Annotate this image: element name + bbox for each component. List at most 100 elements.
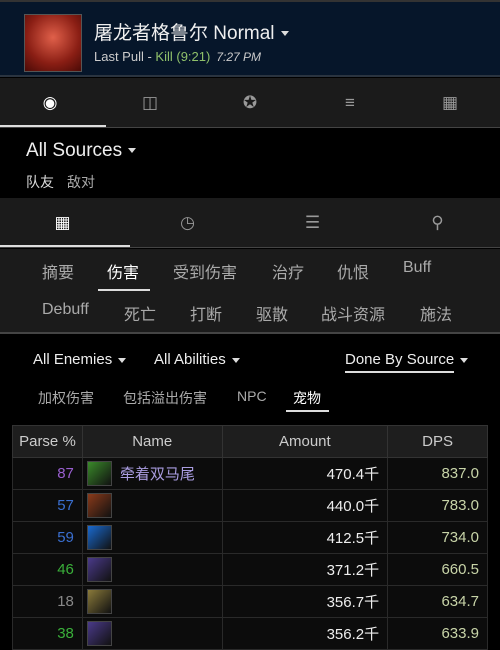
column-dps[interactable]: DPS — [387, 425, 488, 458]
class-spec-icon — [86, 621, 112, 646]
abilities-dropdown[interactable]: All Abilities — [154, 351, 240, 368]
tab-damage[interactable]: 伤害 — [107, 259, 139, 283]
class-spec-icon — [86, 525, 112, 550]
option-include-overkill[interactable]: 包括溢出伤害 — [123, 388, 207, 408]
amount-cell: 440.0千 — [221, 489, 389, 522]
sort-icon[interactable]: ≡ — [300, 78, 400, 127]
parse-cell: 57 — [12, 489, 83, 522]
last-pull-label: Last Pull - — [94, 49, 156, 64]
dps-cell: 837.0 — [387, 457, 488, 490]
option-npc[interactable]: NPC — [237, 388, 267, 404]
column-parse[interactable]: Parse % — [12, 425, 83, 458]
boss-name: 屠龙者格鲁尔 — [94, 23, 209, 44]
mode-dropdown[interactable]: Done By Source — [345, 351, 469, 373]
parse-cell: 18 — [12, 585, 83, 618]
location-pin-icon[interactable]: ⚲ — [375, 198, 500, 247]
eye-icon[interactable]: ◉ — [0, 78, 100, 127]
tab-dispels[interactable]: 驱散 — [256, 301, 288, 325]
name-cell[interactable] — [81, 489, 223, 522]
tab-damage-taken[interactable]: 受到伤害 — [173, 259, 237, 283]
damage-table: Parse % Name Amount DPS 87 牵着双马尾 470.4千 … — [12, 425, 488, 650]
column-name[interactable]: Name — [81, 425, 223, 458]
class-spec-icon — [86, 589, 112, 614]
parse-cell: 46 — [12, 553, 83, 586]
table-row[interactable]: 46 371.2千 660.5 — [12, 553, 488, 586]
table-row[interactable]: 18 356.7千 634.7 — [12, 585, 488, 618]
parse-value: 87 — [57, 465, 74, 482]
tab-resources[interactable]: 战斗资源 — [321, 301, 385, 325]
sources-dropdown[interactable]: All Sources — [26, 140, 137, 162]
sources-label: All Sources — [26, 140, 123, 161]
column-amount[interactable]: Amount — [221, 425, 389, 458]
tab-deaths[interactable]: 死亡 — [124, 301, 156, 325]
amount-cell: 371.2千 — [221, 553, 389, 586]
top-tab-bar: ◉ ◫ ✪ ≡ ▦ — [0, 78, 500, 128]
view-tab-bar: ▦ ◷ ☰ ⚲ — [0, 198, 500, 248]
name-cell[interactable] — [81, 521, 223, 554]
tab-healing[interactable]: 治疗 — [272, 259, 304, 283]
encounter-selector[interactable]: 屠龙者格鲁尔 Normal — [94, 18, 289, 45]
enemies-dropdown[interactable]: All Enemies — [33, 351, 127, 368]
table-row[interactable]: 57 440.0千 783.0 — [12, 489, 488, 522]
amount-cell: 470.4千 — [221, 457, 389, 490]
tab-debuffs[interactable]: Debuff — [42, 301, 89, 319]
report-type-tabs: 摘要 伤害 受到伤害 治疗 仇恨 Buff Debuff 死亡 打断 驱散 战斗… — [0, 249, 500, 334]
caret-down-icon — [280, 31, 289, 37]
pull-info: Last Pull - Kill (9:21) 7:27 PM — [94, 49, 261, 64]
class-spec-icon — [86, 461, 112, 486]
dps-cell: 660.5 — [387, 553, 488, 586]
parse-value: 57 — [57, 497, 74, 514]
option-pets[interactable]: 宠物 — [293, 388, 321, 408]
table-row[interactable]: 38 356.2千 633.9 — [12, 617, 488, 650]
caret-down-icon — [460, 357, 469, 363]
kill-status: Kill (9:21) — [155, 49, 211, 64]
parse-cell: 59 — [12, 521, 83, 554]
tab-threat[interactable]: 仇恨 — [337, 259, 369, 283]
parse-cell: 38 — [12, 617, 83, 650]
enemies-label: All Enemies — [33, 351, 113, 368]
tab-interrupts[interactable]: 打断 — [190, 301, 222, 325]
name-cell[interactable] — [81, 585, 223, 618]
tab-summary[interactable]: 摘要 — [42, 259, 74, 283]
dps-cell: 633.9 — [387, 617, 488, 650]
grid-icon[interactable]: ▦ — [0, 198, 125, 247]
compare-icon[interactable]: ◫ — [100, 78, 200, 127]
option-weighted-damage[interactable]: 加权伤害 — [38, 388, 94, 408]
parse-value: 38 — [57, 625, 74, 642]
name-cell[interactable] — [81, 553, 223, 586]
parse-value: 18 — [57, 593, 74, 610]
table-row[interactable]: 87 牵着双马尾 470.4千 837.0 — [12, 457, 488, 490]
hostile-toggle[interactable]: 敌对 — [67, 172, 95, 192]
class-spec-icon — [86, 557, 112, 582]
dps-cell: 734.0 — [387, 521, 488, 554]
class-spec-icon — [86, 493, 112, 518]
tab-casts[interactable]: 施法 — [420, 301, 452, 325]
pull-time: 7:27 PM — [216, 50, 262, 64]
boss-avatar — [24, 14, 82, 72]
caret-down-icon — [118, 357, 127, 363]
abilities-label: All Abilities — [154, 351, 226, 368]
parse-value: 46 — [57, 561, 74, 578]
puzzle-icon[interactable]: ✪ — [200, 78, 300, 127]
list-icon[interactable]: ☰ — [250, 198, 375, 247]
active-tab-indicator — [0, 245, 130, 247]
caret-down-icon — [231, 357, 240, 363]
parse-value: 59 — [57, 529, 74, 546]
active-tab-indicator — [98, 289, 150, 291]
active-option-indicator — [286, 410, 329, 412]
table-row[interactable]: 59 412.5千 734.0 — [12, 521, 488, 554]
friendly-toggle[interactable]: 队友 — [26, 172, 54, 192]
mode-label: Done By Source — [345, 351, 455, 373]
film-icon[interactable]: ▦ — [400, 78, 500, 127]
dps-cell: 783.0 — [387, 489, 488, 522]
name-cell[interactable]: 牵着双马尾 — [81, 457, 223, 490]
difficulty: Normal — [213, 23, 275, 44]
dps-cell: 634.7 — [387, 585, 488, 618]
amount-cell: 412.5千 — [221, 521, 389, 554]
clock-icon[interactable]: ◷ — [125, 198, 250, 247]
player-name: 牵着双马尾 — [119, 466, 195, 483]
tab-buffs[interactable]: Buff — [403, 259, 431, 277]
encounter-header: 屠龙者格鲁尔 Normal Last Pull - Kill (9:21) 7:2… — [0, 0, 500, 77]
active-tab-indicator — [0, 125, 106, 127]
name-cell[interactable] — [81, 617, 223, 650]
